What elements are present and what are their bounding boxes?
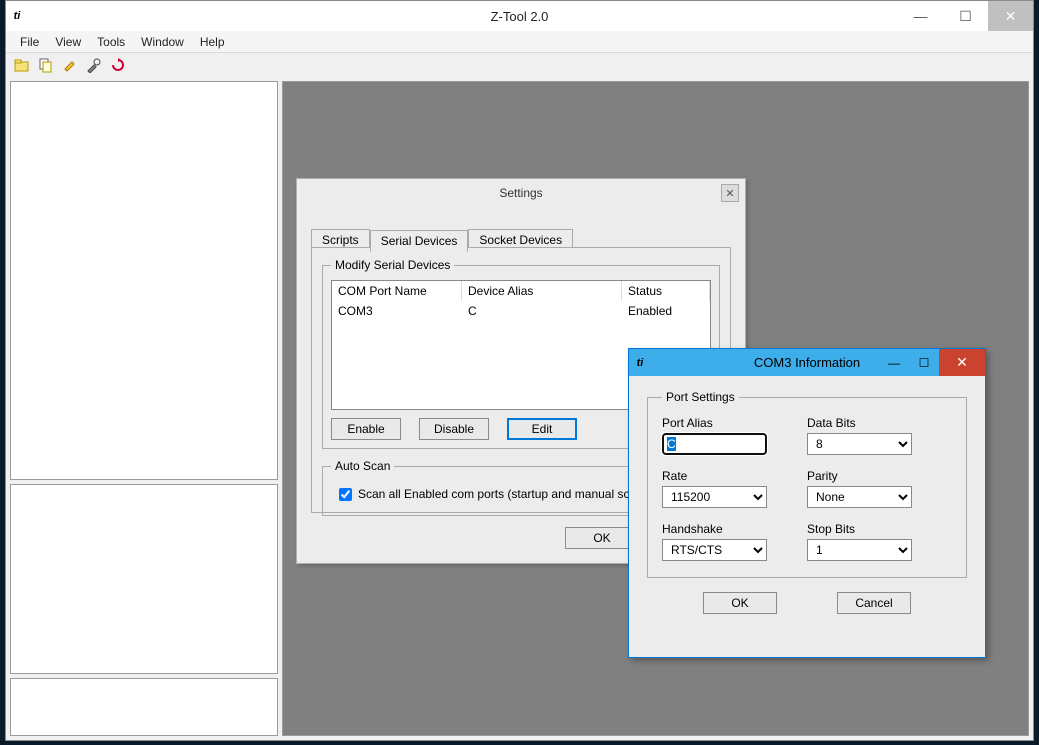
port-alias-input[interactable]	[662, 433, 767, 455]
middle-panel[interactable]	[10, 484, 278, 674]
parity-select[interactable]: None	[807, 486, 912, 508]
col-device-alias[interactable]: Device Alias	[462, 281, 622, 301]
open-icon[interactable]	[12, 55, 32, 75]
bottom-panel[interactable]	[10, 678, 278, 736]
col-port-name[interactable]: COM Port Name	[332, 281, 462, 301]
com-close-button[interactable]: ✕	[939, 349, 985, 376]
listview-header: COM Port Name Device Alias Status	[332, 281, 710, 301]
refresh-icon[interactable]	[108, 55, 128, 75]
titlebar[interactable]: ti Z-Tool 2.0 — ☐ ✕	[6, 1, 1033, 31]
close-button[interactable]: ✕	[988, 1, 1033, 31]
stopbits-select[interactable]: 1	[807, 539, 912, 561]
com-info-dialog: ti COM3 Information — ☐ ✕ Port Settings …	[628, 348, 986, 658]
app-icon: ti	[6, 10, 28, 22]
copy-icon[interactable]	[36, 55, 56, 75]
port-alias-label: Port Alias	[662, 416, 767, 430]
app-title: Z-Tool 2.0	[491, 9, 549, 24]
rate-select[interactable]: 115200	[662, 486, 767, 508]
col-status[interactable]: Status	[622, 281, 710, 301]
com-body: Port Settings Port Alias Rate 115200 Han…	[629, 376, 985, 628]
parity-label: Parity	[807, 469, 912, 483]
autoscan-legend: Auto Scan	[331, 459, 394, 473]
enable-button[interactable]: Enable	[331, 418, 401, 440]
autoscan-checkbox[interactable]	[339, 488, 352, 501]
edit-button[interactable]: Edit	[507, 418, 577, 440]
cell-port-name: COM3	[332, 301, 462, 321]
databits-select[interactable]: 8	[807, 433, 912, 455]
minimize-button[interactable]: —	[898, 1, 943, 31]
left-panels	[6, 77, 282, 740]
port-settings-legend: Port Settings	[662, 390, 739, 404]
maximize-button[interactable]: ☐	[943, 1, 988, 31]
com-ok-button[interactable]: OK	[703, 592, 777, 614]
menubar: File View Tools Window Help	[6, 31, 1033, 53]
tab-serial-devices[interactable]: Serial Devices	[370, 230, 469, 252]
cell-alias: C	[462, 301, 622, 321]
menu-window[interactable]: Window	[133, 32, 192, 52]
com-minimize-button[interactable]: —	[879, 349, 909, 376]
settings-close-button[interactable]: ✕	[721, 184, 739, 202]
com-maximize-button[interactable]: ☐	[909, 349, 939, 376]
cell-status: Enabled	[622, 301, 710, 321]
menu-file[interactable]: File	[12, 32, 47, 52]
handshake-label: Handshake	[662, 522, 767, 536]
menu-tools[interactable]: Tools	[89, 32, 133, 52]
menu-help[interactable]: Help	[192, 32, 233, 52]
settings-title-text: Settings	[499, 186, 542, 200]
handshake-select[interactable]: RTS/CTS	[662, 539, 767, 561]
com-titlebar[interactable]: ti COM3 Information — ☐ ✕	[629, 349, 985, 376]
com-title-text: COM3 Information	[754, 355, 860, 370]
brush-icon[interactable]	[60, 55, 80, 75]
settings-titlebar[interactable]: Settings ✕	[297, 179, 745, 207]
tree-panel[interactable]	[10, 81, 278, 480]
rate-label: Rate	[662, 469, 767, 483]
autoscan-label: Scan all Enabled com ports (startup and …	[358, 487, 647, 501]
table-row[interactable]: COM3 C Enabled	[332, 301, 710, 321]
menu-view[interactable]: View	[47, 32, 89, 52]
tools-icon[interactable]	[84, 55, 104, 75]
com-cancel-button[interactable]: Cancel	[837, 592, 911, 614]
modify-legend: Modify Serial Devices	[331, 258, 454, 272]
port-settings-group: Port Settings Port Alias Rate 115200 Han…	[647, 390, 967, 578]
stopbits-label: Stop Bits	[807, 522, 912, 536]
toolbar	[6, 53, 1033, 77]
databits-label: Data Bits	[807, 416, 912, 430]
disable-button[interactable]: Disable	[419, 418, 489, 440]
com-icon: ti	[629, 357, 651, 369]
com-buttons: OK Cancel	[647, 592, 967, 614]
